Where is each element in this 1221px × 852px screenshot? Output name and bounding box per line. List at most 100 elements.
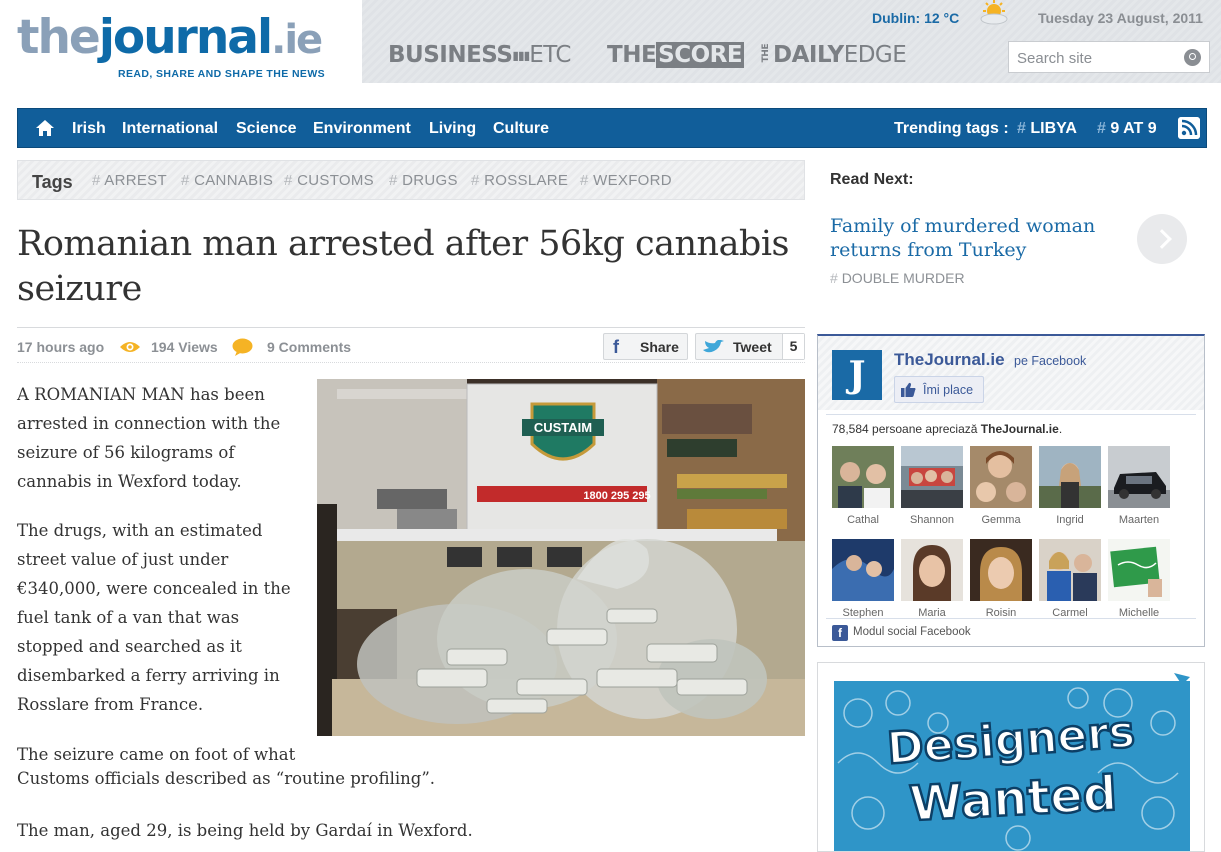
fb-friend[interactable]: Maarten (1107, 446, 1171, 526)
fb-social-plugin-label[interactable]: Modul social Facebook (853, 626, 971, 638)
logo-tagline: READ, SHARE AND SHAPE THE NEWS (118, 68, 326, 80)
dailyedge-thin: EDGE (843, 42, 907, 68)
fb-friend-name: Maarten (1118, 514, 1160, 526)
dailyedge-the: THE (761, 44, 771, 63)
ad-headline-line2: Wanted (908, 766, 1118, 833)
trending-tag-9at9[interactable]: # 9 AT 9 (1097, 120, 1157, 138)
rss-icon[interactable] (1178, 117, 1200, 139)
read-next-tag[interactable]: # DOUBLE MURDER (830, 270, 965, 286)
read-next-label: Read Next: (830, 171, 914, 188)
customs-phone-text: 1800 295 295 (583, 490, 650, 502)
facebook-like-box: J TheJournal.ie pe Facebook Îmi place 78… (817, 334, 1205, 647)
fb-divider (826, 414, 1196, 415)
tweet-label: Tweet (733, 339, 772, 355)
tags-bar: Tags # ARREST # CANNABIS # CUSTOMS # DRU… (17, 160, 805, 200)
fb-friend-name: Ingrid (1056, 514, 1084, 526)
main-nav: Irish International Science Environment … (17, 108, 1207, 148)
trending-label: Trending tags : (894, 120, 1009, 137)
businessetc-link[interactable]: BUSINESS▮▮▮ETC (388, 44, 571, 67)
fb-like-label: Îmi place (923, 383, 974, 397)
home-icon[interactable] (36, 120, 54, 136)
thescore-link[interactable]: THESCORE (607, 42, 745, 68)
avatar (970, 446, 1032, 508)
nav-item-irish[interactable]: Irish (72, 120, 106, 138)
fb-friend-name: Shannon (909, 514, 955, 526)
avatar (832, 539, 894, 601)
avatar (1039, 446, 1101, 508)
search-input[interactable] (1017, 48, 1177, 68)
tag-rosslare[interactable]: # ROSSLARE (471, 172, 568, 189)
fb-page-name[interactable]: TheJournal.ie (894, 350, 1005, 370)
article-paragraph-4: The man, aged 29, is being held by Garda… (17, 821, 473, 840)
fb-friend-name: Cathal (847, 514, 879, 526)
fb-friend[interactable]: Carmel (1038, 539, 1102, 619)
article-photo[interactable]: CUSTAIM 1800 295 295 (317, 379, 805, 736)
search-icon[interactable] (1184, 49, 1201, 66)
tags-label: Tags (32, 172, 73, 192)
article-paragraph-3: The seizure came on foot of what (17, 745, 296, 764)
fb-friend[interactable]: Michelle (1107, 539, 1171, 619)
nav-item-environment[interactable]: Environment (313, 120, 411, 138)
facebook-share-button[interactable]: f Share (603, 333, 688, 360)
designers-wanted-ad-art: Designers Wanted (818, 663, 1204, 851)
dailyedge-link[interactable]: THEDAILYEDGE (761, 42, 907, 68)
nav-item-international[interactable]: International (122, 120, 218, 138)
fb-friend[interactable]: Roisin (969, 539, 1033, 619)
current-date: Tuesday 23 August, 2011 (1038, 10, 1203, 26)
thescore-box: SCORE (656, 42, 745, 68)
fb-friend[interactable]: Gemma (969, 446, 1033, 526)
nav-item-living[interactable]: Living (429, 120, 476, 138)
avatar (1108, 539, 1170, 601)
next-article-arrow-button[interactable] (1137, 214, 1187, 264)
fb-friend[interactable]: Cathal (831, 446, 895, 526)
search-box (1008, 41, 1210, 73)
bars-icon: ▮▮▮ (512, 48, 530, 63)
logo-wordmark: thejournal.ie (17, 10, 323, 65)
sun-cloud-icon (980, 0, 1008, 25)
read-next-link[interactable]: Family of murdered woman returns from Tu… (830, 214, 1120, 262)
fb-footer-divider (826, 618, 1196, 619)
thejournal-logo-icon[interactable]: J (832, 350, 882, 400)
avatar (1039, 539, 1101, 601)
article-paragraph-3-continued: Customs officials described as “routine … (17, 769, 436, 788)
nav-item-culture[interactable]: Culture (493, 120, 549, 138)
article-meta-bar: 17 hours ago 194 Views 9 Comments f Shar… (17, 327, 805, 363)
fb-like-button[interactable]: Îmi place (894, 376, 984, 403)
avatar (901, 539, 963, 601)
fb-friend[interactable]: Shannon (900, 446, 964, 526)
fb-friend[interactable]: Ingrid (1038, 446, 1102, 526)
fb-friend-name: Gemma (981, 514, 1021, 526)
tag-drugs[interactable]: # DRUGS (389, 172, 458, 189)
article-headline: Romanian man arrested after 56kg cannabi… (17, 224, 790, 309)
tag-arrest[interactable]: # ARREST (92, 172, 167, 189)
twitter-bird-icon (703, 340, 724, 353)
fb-friend[interactable]: Maria (900, 539, 964, 619)
nav-item-science[interactable]: Science (236, 120, 296, 138)
comment-count[interactable]: 9 Comments (267, 339, 351, 355)
tag-cannabis[interactable]: # CANNABIS (181, 172, 273, 189)
tweet-button[interactable]: Tweet 5 (695, 333, 805, 360)
designers-wanted-ad[interactable]: Designers Wanted (817, 662, 1205, 852)
view-count: 194 Views (151, 339, 218, 355)
facebook-icon: f (832, 625, 848, 641)
avatar (970, 539, 1032, 601)
customs-seizure-photo: CUSTAIM 1800 295 295 (317, 379, 805, 736)
avatar (1108, 446, 1170, 508)
fb-friend[interactable]: Stephen (831, 539, 895, 619)
avatar (901, 446, 963, 508)
site-logo[interactable]: thejournal.ie READ, SHARE AND SHAPE THE … (0, 0, 362, 83)
comment-bubble-icon (232, 338, 253, 356)
thumbs-up-icon (901, 382, 916, 397)
fb-pe-facebook[interactable]: pe Facebook (1014, 354, 1086, 368)
eye-icon (120, 342, 140, 352)
tag-customs[interactable]: # CUSTOMS (284, 172, 374, 189)
trending-tag-libya[interactable]: # LIBYA (1017, 120, 1077, 138)
article-paragraph-2: The drugs, with an estimated street valu… (17, 521, 291, 714)
customs-sign-text: CUSTAIM (534, 420, 592, 435)
businessetc-bold: BUSINESS (388, 42, 513, 68)
tag-wexford[interactable]: # WEXFORD (580, 172, 672, 189)
businessetc-thin: ETC (529, 42, 571, 68)
weather-readout: Dublin: 12 °C (872, 10, 960, 26)
fb-fan-count: 78,584 persoane apreciază TheJournal.ie. (832, 422, 1063, 436)
tweet-count: 5 (782, 334, 804, 359)
